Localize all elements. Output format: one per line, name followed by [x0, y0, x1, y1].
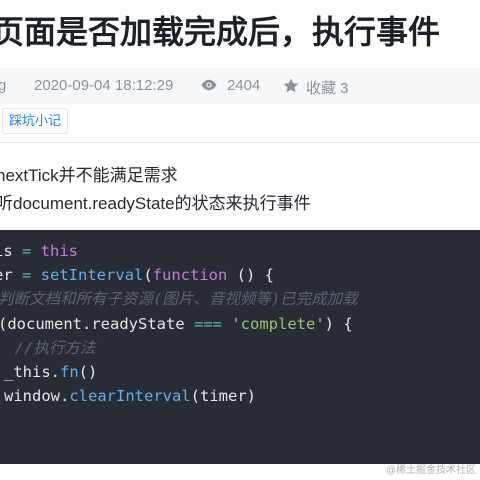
article-meta-bar: g 2020-09-04 18:12:29 2404 收藏 3 — [0, 68, 480, 104]
watermark: @稀土掘金技术社区 — [386, 465, 476, 476]
publish-date: 2020-09-04 18:12:29 — [34, 77, 174, 94]
paragraph-text: 听document.readyState的状态来执行事件 — [0, 194, 311, 213]
star-icon[interactable] — [282, 77, 300, 95]
code-comment: 判断文档和所有子资源(图片、音视频等)已完成加载 — [0, 290, 358, 308]
code-line: _this.fn() — [4, 363, 98, 381]
eye-icon — [201, 79, 217, 91]
article-tag[interactable]: 踩坑小记 — [2, 108, 69, 134]
favorite-count[interactable]: 收藏 3 — [306, 77, 349, 98]
code-line: is = this — [0, 242, 79, 260]
code-line: window.clearInterval(timer) — [4, 387, 256, 405]
code-line: (document.readyState === 'complete') { — [0, 315, 353, 333]
view-count: 2404 — [227, 77, 261, 94]
article-title: 页面是否加载完成后，执行事件 — [0, 13, 441, 51]
paragraph-text: nextTick并不能满足需求 — [0, 166, 178, 185]
code-comment: //执行方法 — [0, 339, 96, 357]
divider — [0, 142, 480, 143]
author-name[interactable]: g — [0, 77, 6, 94]
code-block: is = this er = setInterval(function () {… — [0, 230, 480, 464]
code-line: er = setInterval(function () { — [0, 266, 274, 284]
